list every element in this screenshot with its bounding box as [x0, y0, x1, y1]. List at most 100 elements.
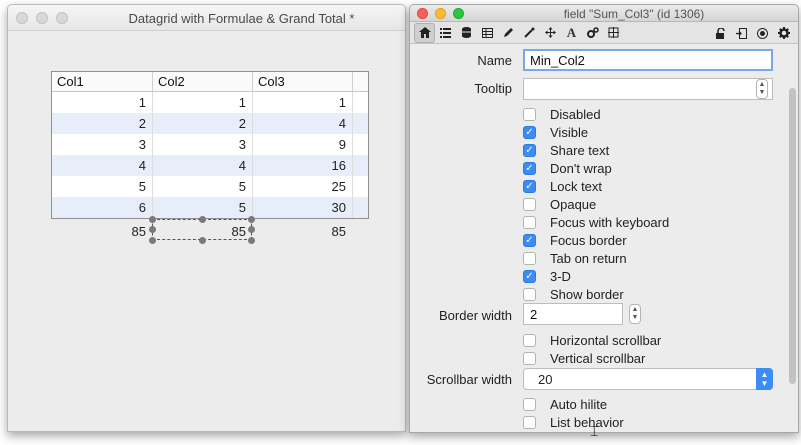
checkbox-box[interactable]	[523, 287, 536, 301]
grid-icon[interactable]	[603, 23, 624, 43]
checkbox-box[interactable]	[523, 351, 536, 365]
chevron-updown-icon[interactable]: ▲ ▼	[756, 368, 773, 390]
datagrid-window: Datagrid with Formulae & Grand Total * C…	[7, 4, 406, 432]
database-icon[interactable]	[456, 23, 477, 43]
inspector-scrollbar[interactable]	[789, 88, 796, 384]
table-cell: 3	[52, 134, 153, 155]
checkbox-vertical-scrollbar[interactable]: Vertical scrollbar	[523, 349, 645, 367]
table-row[interactable]: 6 5 30	[52, 197, 368, 218]
table-cell: 1	[52, 92, 153, 113]
table-cell: 25	[253, 176, 353, 197]
checkmark-icon[interactable]: ✓	[523, 161, 536, 175]
tooltip-label: Tooltip	[474, 81, 512, 96]
checkbox-disabled[interactable]: Disabled	[523, 105, 601, 123]
checkbox-auto-hilite[interactable]: Auto hilite	[523, 395, 607, 413]
tooltip-field[interactable]	[523, 78, 773, 100]
table-icon[interactable]	[477, 23, 498, 43]
column-header-col1[interactable]: Col1	[52, 72, 153, 91]
total-col1[interactable]: 85	[86, 224, 146, 239]
checkmark-icon[interactable]: ✓	[523, 179, 536, 193]
table-cell-filler	[353, 92, 368, 113]
inspector-body: Name Min_Col2 Tooltip ▲ ▼ Disabled ✓ Visi…	[410, 44, 798, 432]
window-controls	[417, 8, 464, 19]
table-row[interactable]: 1 1 1	[52, 92, 368, 113]
resize-handle[interactable]	[149, 226, 156, 233]
gears-icon[interactable]	[582, 23, 603, 43]
column-header-col3[interactable]: Col3	[253, 72, 353, 91]
resize-handle[interactable]	[248, 237, 255, 244]
table-cell: 4	[153, 155, 253, 176]
checkbox-visible[interactable]: ✓ Visible	[523, 123, 588, 141]
table-cell: 5	[52, 176, 153, 197]
resize-handle[interactable]	[149, 237, 156, 244]
scrollbar-width-combo[interactable]: 20 ▲ ▼	[523, 368, 773, 390]
list-icon[interactable]	[435, 23, 456, 43]
move-icon[interactable]	[540, 23, 561, 43]
toolbar-right-group	[710, 23, 794, 43]
pencil-icon[interactable]	[498, 23, 519, 43]
table-row[interactable]: 5 5 25	[52, 176, 368, 197]
checkbox-lock-text[interactable]: ✓ Lock text	[523, 177, 602, 195]
checkbox-horizontal-scrollbar[interactable]: Horizontal scrollbar	[523, 331, 661, 349]
datagrid[interactable]: Col1 Col2 Col3 1 1 1 2 2 4 3 3 9 4 4 16	[51, 71, 369, 219]
checkbox-list-behavior[interactable]: List behavior	[523, 413, 624, 431]
border-width-stepper[interactable]: ▲ ▼	[629, 304, 641, 324]
target-icon[interactable]	[752, 23, 773, 43]
close-icon[interactable]	[417, 8, 428, 19]
scrollbar-width-label: Scrollbar width	[426, 372, 512, 387]
checkbox-label: Lock text	[550, 178, 603, 194]
column-header-col2[interactable]: Col2	[153, 72, 253, 91]
checkbox-box[interactable]	[523, 415, 536, 429]
lock-icon[interactable]	[710, 23, 731, 43]
checkbox-label: Opaque	[550, 196, 597, 212]
text-icon[interactable]: A	[561, 23, 582, 43]
checkbox-share-text[interactable]: ✓ Share text	[523, 141, 609, 159]
checkbox-label: Tab on return	[550, 250, 627, 266]
checkbox-box[interactable]	[523, 397, 536, 411]
table-cell: 30	[253, 197, 353, 218]
checkbox-box[interactable]	[523, 215, 536, 229]
wand-icon[interactable]	[519, 23, 540, 43]
checkbox-show-border[interactable]: Show border	[523, 285, 624, 303]
name-field[interactable]: Min_Col2	[523, 49, 773, 71]
resize-handle[interactable]	[248, 226, 255, 233]
resize-handle[interactable]	[199, 216, 206, 223]
checkbox-box[interactable]	[523, 251, 536, 265]
checkmark-icon[interactable]: ✓	[523, 125, 536, 139]
table-cell: 2	[52, 113, 153, 134]
table-cell: 4	[52, 155, 153, 176]
resize-handle[interactable]	[149, 216, 156, 223]
table-cell: 9	[253, 134, 353, 155]
gear-icon[interactable]	[773, 23, 794, 43]
zoom-icon[interactable]	[453, 8, 464, 19]
resize-handle[interactable]	[199, 237, 206, 244]
checkbox-box[interactable]	[523, 197, 536, 211]
total-col3[interactable]: 85	[286, 224, 346, 239]
checkmark-icon[interactable]: ✓	[523, 233, 536, 247]
checkbox-opaque[interactable]: Opaque	[523, 195, 596, 213]
checkbox-focus-border[interactable]: ✓ Focus border	[523, 231, 627, 249]
checkbox-box[interactable]	[523, 333, 536, 347]
checkbox-focus-with-keyboard[interactable]: Focus with keyboard	[523, 213, 669, 231]
checkbox-label: Auto hilite	[550, 396, 608, 412]
border-width-field[interactable]: 2	[523, 303, 623, 325]
table-row[interactable]: 2 2 4	[52, 113, 368, 134]
checkbox-tab-on-return[interactable]: Tab on return	[523, 249, 627, 267]
checkbox-box[interactable]	[523, 107, 536, 121]
minimize-icon[interactable]	[435, 8, 446, 19]
window-title: Datagrid with Formulae & Grand Total *	[128, 11, 355, 26]
export-icon[interactable]	[731, 23, 752, 43]
table-cell: 4	[253, 113, 353, 134]
checkbox-label: Visible	[550, 124, 589, 140]
checkbox-3d[interactable]: ✓ 3-D	[523, 267, 571, 285]
resize-handle[interactable]	[248, 216, 255, 223]
inspector-titlebar[interactable]: field "Sum_Col3" (id 1306)	[410, 5, 798, 22]
checkmark-icon[interactable]: ✓	[523, 143, 536, 157]
home-icon[interactable]	[414, 22, 435, 43]
table-row[interactable]: 3 3 9	[52, 134, 368, 155]
checkmark-icon[interactable]: ✓	[523, 269, 536, 283]
checkbox-dont-wrap[interactable]: ✓ Don't wrap	[523, 159, 612, 177]
left-titlebar[interactable]: Datagrid with Formulae & Grand Total *	[8, 5, 405, 31]
tooltip-stepper[interactable]: ▲ ▼	[756, 79, 768, 99]
table-row[interactable]: 4 4 16	[52, 155, 368, 176]
